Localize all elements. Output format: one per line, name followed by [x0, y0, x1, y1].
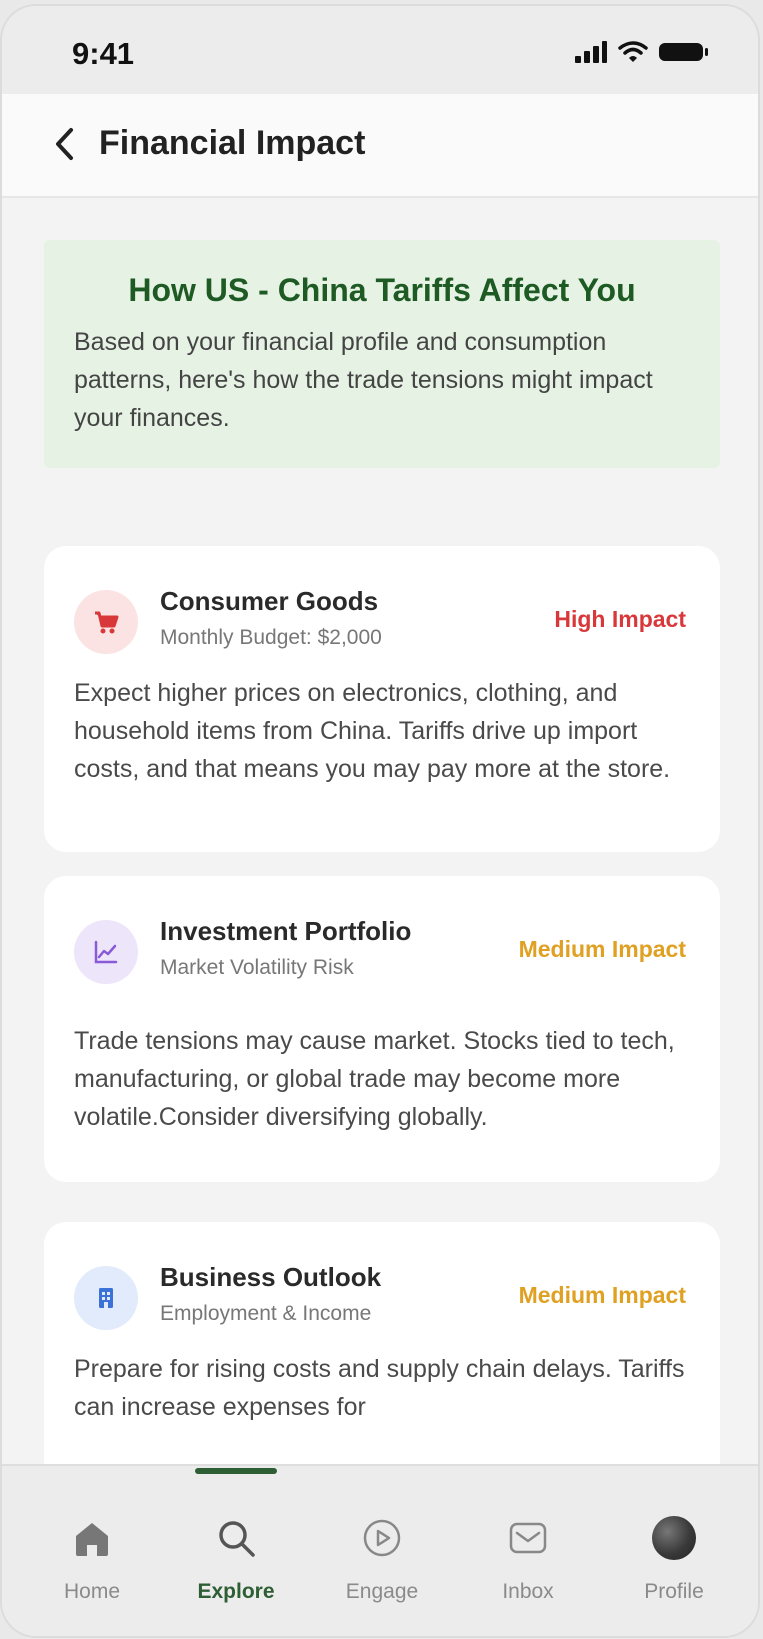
status-icons — [574, 40, 710, 64]
navigation-header: Financial Impact — [2, 94, 758, 198]
card-description: Prepare for rising costs and supply chai… — [74, 1355, 685, 1421]
tab-engage[interactable]: Engage — [322, 1466, 442, 1626]
tab-label: Engage — [345, 1580, 419, 1603]
impact-card-consumer-goods[interactable]: Consumer Goods Monthly Budget: $2,000 Hi… — [44, 546, 720, 852]
impact-card-business-outlook[interactable]: Business Outlook Employment & Income Med… — [44, 1222, 720, 1464]
impact-badge: Medium Impact — [518, 1282, 686, 1308]
tab-label: Profile — [644, 1580, 704, 1603]
card-description: Trade tensions may cause market. Stocks … — [74, 1027, 675, 1131]
signal-icon — [575, 41, 607, 63]
phone-screen: 9:41 Financial Impact How US - China Tar… — [2, 6, 758, 1636]
tab-home[interactable]: Home — [32, 1466, 152, 1626]
intro-banner: How US - China Tariffs Affect You Based … — [44, 240, 720, 468]
card-title: Consumer Goods — [160, 586, 379, 616]
card-subtitle: Employment & Income — [160, 1302, 372, 1325]
impact-card-investment-portfolio[interactable]: Investment Portfolio Market Volatility R… — [44, 876, 720, 1182]
impact-badge: Medium Impact — [518, 936, 686, 962]
card-title: Investment Portfolio — [160, 916, 412, 946]
chevron-left-icon — [56, 128, 73, 160]
tab-profile[interactable]: Profile — [614, 1466, 734, 1626]
tab-label: Inbox — [502, 1580, 554, 1603]
impact-badge: High Impact — [554, 606, 686, 632]
card-subtitle: Market Volatility Risk — [160, 956, 354, 979]
tab-inbox[interactable]: Inbox — [468, 1466, 588, 1626]
card-description: Expect higher prices on electronics, clo… — [74, 679, 671, 783]
avatar — [650, 1514, 698, 1562]
home-icon — [68, 1514, 116, 1562]
building-icon — [74, 1266, 138, 1330]
tab-label: Home — [63, 1580, 121, 1603]
battery-icon — [659, 43, 708, 61]
search-icon — [212, 1514, 260, 1562]
intro-text: Based on your financial profile and cons… — [74, 328, 653, 432]
play-icon — [358, 1514, 406, 1562]
tab-explore[interactable]: Explore — [176, 1466, 296, 1626]
cart-icon — [74, 590, 138, 654]
status-bar: 9:41 — [2, 6, 758, 94]
chart-line-icon — [74, 920, 138, 984]
wifi-icon — [618, 41, 648, 62]
card-title: Business Outlook — [160, 1262, 382, 1292]
intro-heading: How US - China Tariffs Affect You — [128, 272, 636, 308]
back-button[interactable] — [44, 122, 84, 166]
mail-icon — [504, 1514, 552, 1562]
status-time: 9:41 — [72, 36, 135, 71]
bottom-tab-bar: Home Explore Engage Inbox Profile — [2, 1464, 758, 1636]
card-subtitle: Monthly Budget: $2,000 — [160, 626, 382, 649]
tab-label: Explore — [197, 1580, 275, 1603]
page-title: Financial Impact — [99, 124, 366, 162]
content-scroll[interactable]: How US - China Tariffs Affect You Based … — [2, 198, 758, 1464]
